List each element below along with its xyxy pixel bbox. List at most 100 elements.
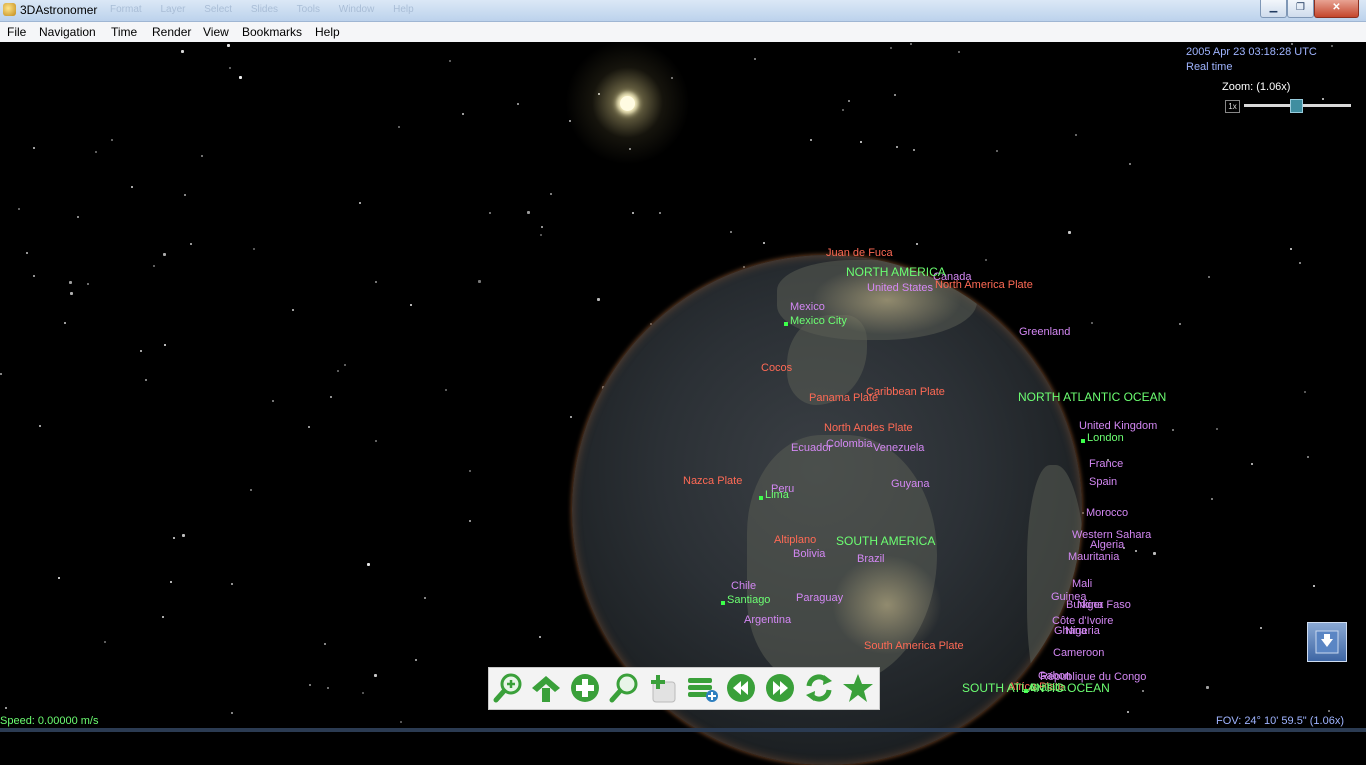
sun[interactable] — [620, 96, 635, 111]
menu-time[interactable]: Time — [111, 25, 137, 39]
star — [77, 216, 79, 218]
move-up-button[interactable] — [530, 672, 562, 704]
star — [162, 616, 164, 618]
star — [1322, 98, 1324, 100]
star — [140, 350, 142, 352]
star — [181, 50, 184, 53]
star — [308, 426, 310, 428]
star — [1142, 690, 1144, 692]
country-label: United States — [867, 282, 934, 294]
add-layer-button[interactable] — [647, 672, 679, 704]
star — [64, 322, 66, 324]
star — [0, 373, 2, 375]
star — [104, 641, 106, 643]
region-label: SOUTH ATLANTIC OCEAN — [962, 681, 1110, 695]
add-button[interactable] — [569, 672, 601, 704]
fast-forward-icon — [766, 674, 794, 702]
star — [1068, 231, 1071, 234]
star — [26, 252, 28, 254]
sync-button[interactable] — [803, 672, 835, 704]
star — [810, 139, 812, 141]
city-marker — [721, 601, 725, 605]
star — [1328, 710, 1330, 712]
close-button[interactable]: ✕ — [1314, 0, 1359, 18]
star — [730, 231, 732, 233]
star — [1313, 585, 1315, 587]
rewind-button[interactable] — [725, 672, 757, 704]
menu-view[interactable]: View — [203, 25, 229, 39]
star — [95, 151, 97, 153]
star — [842, 109, 844, 111]
scroll-down-button[interactable] — [1307, 622, 1347, 662]
star — [375, 440, 377, 442]
star — [489, 212, 491, 214]
country-label: Nigeria — [1065, 625, 1100, 637]
star — [398, 126, 400, 128]
menu-navigation[interactable]: Navigation — [39, 25, 96, 39]
window-title: 3DAstronomer — [20, 3, 98, 17]
star — [344, 364, 346, 366]
background-window-menu: Format Layer Select Slides Tools Window … — [110, 4, 414, 15]
star — [1208, 276, 1210, 278]
zoom-in-button[interactable] — [492, 672, 524, 704]
star — [374, 674, 377, 677]
menu-render[interactable]: Render — [152, 25, 191, 39]
menu-file[interactable]: File — [7, 25, 26, 39]
star — [1260, 627, 1262, 629]
add-layer-icon — [651, 675, 676, 703]
maximize-button[interactable]: ❐ — [1287, 0, 1314, 18]
star — [309, 684, 311, 686]
rewind-icon — [727, 674, 755, 702]
star — [1129, 163, 1131, 165]
plate-label: South America Plate — [864, 640, 964, 652]
star — [184, 194, 186, 196]
bookmark-button[interactable] — [842, 672, 874, 704]
star — [229, 67, 231, 69]
add-list-button[interactable] — [686, 672, 718, 704]
minimize-button[interactable]: ▁ — [1260, 0, 1287, 18]
star — [848, 100, 850, 102]
zoom-reset-button[interactable]: 1x — [1225, 100, 1240, 113]
plate-label: Juan de Fuca — [826, 247, 893, 259]
datetime-display[interactable]: 2005 Apr 23 03:18:28 UTC Real time — [1186, 45, 1317, 75]
zoom-out-button[interactable] — [608, 672, 640, 704]
menu-help[interactable]: Help — [315, 25, 340, 39]
star — [1290, 248, 1292, 250]
star — [111, 139, 113, 141]
star — [469, 520, 471, 522]
star — [239, 76, 242, 79]
taskbar — [0, 728, 1366, 732]
close-icon: ✕ — [1332, 2, 1341, 13]
down-arrow-icon — [1315, 630, 1339, 654]
country-label: Guyana — [891, 478, 930, 490]
menu-bookmarks[interactable]: Bookmarks — [242, 25, 302, 39]
star — [659, 212, 661, 214]
zoom-label: Zoom: (1.06x) — [1222, 81, 1291, 93]
star — [1211, 498, 1213, 500]
zoom-slider-thumb[interactable] — [1290, 99, 1304, 113]
star — [1091, 322, 1093, 324]
maximize-icon: ❐ — [1296, 2, 1305, 13]
country-label: Greenland — [1019, 326, 1071, 338]
star — [253, 248, 255, 250]
star — [449, 60, 451, 62]
star — [910, 43, 912, 45]
star — [190, 243, 192, 245]
fast-forward-button[interactable] — [764, 672, 796, 704]
country-label: Venezuela — [873, 442, 925, 454]
star — [896, 146, 898, 148]
star — [201, 155, 203, 157]
star — [996, 150, 998, 152]
star — [540, 234, 542, 236]
star — [87, 283, 89, 285]
star — [763, 242, 765, 244]
plate-label: Altiplano — [774, 534, 817, 546]
country-label: Mexico — [790, 301, 825, 313]
country-label: Chile — [731, 580, 757, 592]
star — [1153, 552, 1156, 555]
star — [550, 193, 552, 195]
star — [359, 202, 361, 204]
star — [153, 265, 155, 267]
star — [913, 149, 915, 151]
zoom-out-magnifier-icon — [609, 673, 638, 703]
